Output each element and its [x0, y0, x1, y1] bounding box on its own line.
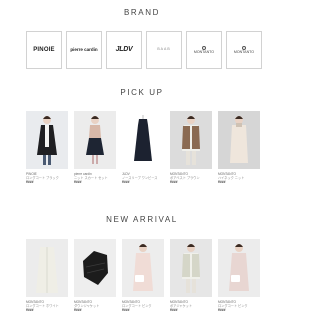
product-image[interactable]	[122, 239, 164, 297]
product-meta: pierre cardin ニット スカート セット ¥###	[74, 172, 116, 185]
product-price: ¥###	[170, 308, 178, 312]
product-image[interactable]	[170, 239, 212, 297]
product-image[interactable]	[26, 239, 68, 297]
brand-logo-label: MONTANTO	[233, 49, 255, 54]
brand-logo-label: JLDV	[115, 46, 133, 54]
product-price: ¥###	[170, 180, 178, 184]
brand-section-title: BRAND	[123, 8, 160, 17]
brand-logo-montanto[interactable]: MONTANTO	[186, 31, 222, 69]
product-meta: JLDV ノースリーブ ワンピース ¥###	[122, 172, 164, 185]
brand-logo-pierre-cardin[interactable]: pierre cardin	[66, 31, 102, 69]
brand-logo-pinoie[interactable]: PINOIE	[26, 31, 62, 69]
product-price: ¥###	[26, 180, 34, 184]
product-image[interactable]	[26, 111, 68, 169]
product-image[interactable]	[218, 111, 260, 169]
product-image[interactable]	[170, 111, 212, 169]
product-price: ¥###	[122, 180, 130, 184]
brand-logo-label: MONTANTO	[193, 49, 215, 54]
new-arrival-product-list: MONTANTO ロングコート ホワイト ¥### MONTANTO ダウンジャケット…	[26, 239, 266, 312]
product-price: ¥###	[122, 308, 130, 312]
product-meta: MONTANTO ロングコート ホワイト ¥###	[26, 300, 68, 312]
product-image[interactable]	[74, 239, 116, 297]
product-meta: MONTANTO ボアジャケット ¥###	[170, 300, 212, 312]
brand-logo-jldv[interactable]: JLDV	[106, 31, 142, 69]
new-arrival-section-title: NEW ARRIVAL	[106, 215, 178, 224]
pickup-section-title: PICK UP	[120, 88, 164, 97]
brand-logo-label: BAAB	[157, 47, 171, 52]
product-image[interactable]	[218, 239, 260, 297]
product-price: ¥###	[218, 308, 226, 312]
brand-logo-baab[interactable]: BAAB	[146, 31, 182, 69]
product-meta: MONTANTO ロングコート ピンク ¥###	[218, 300, 260, 312]
product-image[interactable]	[74, 111, 116, 169]
product-price: ¥###	[26, 308, 34, 312]
product-meta: PINOIE ロングコート ブラック ¥###	[26, 172, 68, 185]
product-price: ¥###	[74, 180, 82, 184]
crest-icon	[202, 45, 206, 50]
pickup-product-list: PINOIE ロングコート ブラック ¥### pierre cardin ニット ス…	[26, 111, 266, 193]
brand-logo-montanto-2[interactable]: MONTANTO	[226, 31, 262, 69]
product-image[interactable]	[122, 111, 164, 169]
product-meta: MONTANTO ハイネック ニット ¥###	[218, 172, 260, 185]
product-price: ¥###	[74, 308, 82, 312]
product-meta: MONTANTO ロングコート ピンク ¥###	[122, 300, 164, 312]
product-meta: MONTANTO ダウンジャケット ¥###	[74, 300, 116, 312]
crest-icon	[242, 45, 246, 50]
brand-logo-label: pierre cardin	[70, 46, 98, 52]
brand-list: PINOIE pierre cardin JLDV BAAB MONTANTO …	[26, 31, 262, 69]
product-meta: MONTANTO ボアベスト ブラウン ¥###	[170, 172, 212, 185]
brand-logo-label: PINOIE	[33, 46, 55, 53]
product-price: ¥###	[218, 180, 226, 184]
